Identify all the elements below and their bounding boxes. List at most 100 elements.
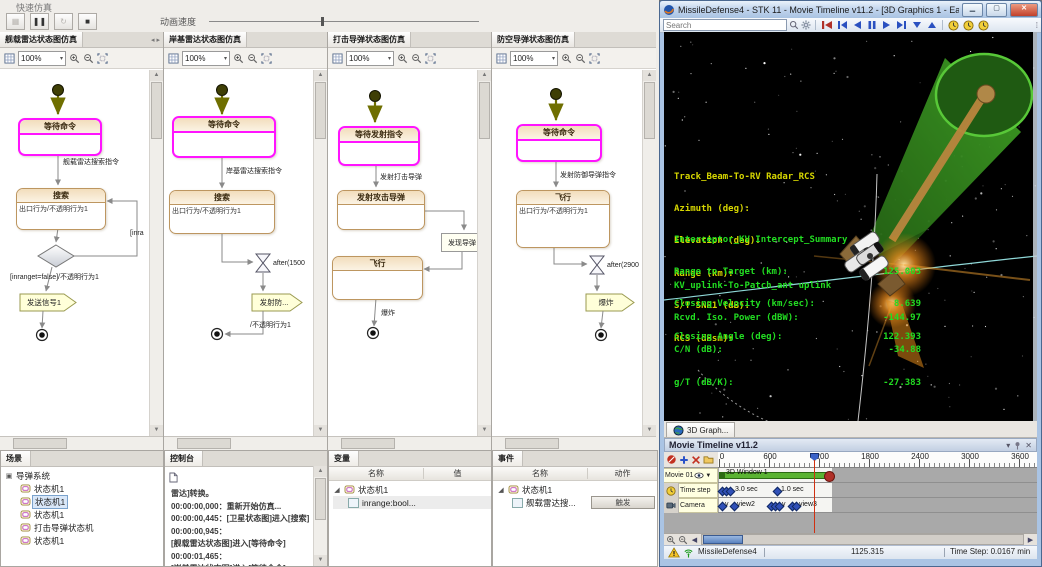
play-backward-button[interactable] [850,20,863,31]
tab-scene[interactable]: 场景 [1,451,31,466]
zoom-out-icon[interactable] [83,53,94,64]
gear-icon[interactable] [801,20,811,30]
vertical-scrollbar[interactable]: ▲▼ [313,70,327,436]
clip-end-marker[interactable] [824,471,835,482]
minimize-button[interactable]: ▁ [962,3,983,17]
increase-step-button[interactable] [925,20,938,31]
column-action[interactable]: 动作 [588,468,657,479]
scroll-right-icon[interactable]: ▶ [1026,536,1035,544]
variables-root-row[interactable]: ◢ 状态机1 [333,483,491,496]
time-option-icon[interactable] [977,20,990,31]
state-search[interactable]: 搜索 出口行为/不透明行为1 [16,188,106,230]
panel-tab[interactable]: 打击导弹状态图仿真 [328,32,411,47]
tab-variables[interactable]: 变量 [329,451,359,466]
horizontal-scrollbar[interactable] [0,436,163,450]
initial-node[interactable] [551,89,562,100]
state-flight[interactable]: 飞行 [332,256,423,300]
pin-icon[interactable] [1013,441,1022,450]
tree-item[interactable]: 状态机1 [5,482,163,495]
step-forward-button[interactable] [895,20,908,31]
chevron-down-icon[interactable]: ▾ [1006,441,1010,450]
state-wait-command[interactable]: 等待命令 [172,116,276,158]
diagram-canvas[interactable]: 等待发射指令 发射攻击导弹 发现导弹 飞行 发射打击导弹 爆炸 ▲▼ [328,69,491,436]
zoom-out-icon[interactable] [247,53,258,64]
fit-diagram-icon[interactable] [97,53,108,64]
decision-node[interactable] [38,245,74,267]
view-scrollbar[interactable] [1033,32,1037,421]
grid-icon[interactable] [496,53,507,64]
movie-timeline-header[interactable]: Movie Timeline v11.2 ▾ ✕ [664,438,1037,452]
state-search[interactable]: 搜索 出口行为/不透明行为1 [169,190,275,234]
movie-button[interactable]: ▦ [6,13,25,30]
zoom-in-icon[interactable] [233,53,244,64]
panel-tab[interactable]: 舰载雷达状态图仿真 [0,32,83,47]
vertical-scrollbar[interactable]: ▲▼ [149,70,163,436]
grid-icon[interactable] [4,53,15,64]
column-value[interactable]: 值 [424,468,491,479]
state-wait-launch[interactable]: 等待发射指令 [338,126,420,166]
pause-button[interactable] [865,20,878,31]
zoom-in-icon[interactable] [561,53,572,64]
state-wait-command[interactable]: 等待命令 [18,118,102,156]
close-button[interactable]: ✕ [1010,3,1038,17]
tab-console[interactable]: 控制台 [165,451,203,466]
console-scrollbar[interactable]: ▲▼ [313,466,327,566]
pause-button[interactable]: ❚❚ [30,13,49,30]
panel-tab[interactable]: 岸基雷达状态图仿真 [164,32,247,47]
state-flight[interactable]: 飞行 出口行为/不透明行为1 [516,190,610,248]
playhead-line[interactable] [814,460,815,533]
zoom-in-icon[interactable] [69,53,80,64]
initial-node[interactable] [370,91,381,102]
maximize-button[interactable]: ▢ [986,3,1007,17]
zoom-out-icon[interactable] [411,53,422,64]
tab-nav-arrows-icon[interactable]: ◂ ▸ [151,36,163,44]
collapse-icon[interactable]: ▣ [5,472,13,480]
fit-diagram-icon[interactable] [425,53,436,64]
chevron-down-icon[interactable]: ▼ [705,473,711,479]
variable-row[interactable]: inrange:bool... [333,496,491,509]
close-panel-icon[interactable]: ✕ [1025,441,1032,450]
expander-icon[interactable]: ◢ [333,486,341,494]
zoom-level-select[interactable]: 100%▾ [182,51,230,66]
zoom-level-select[interactable]: 100%▾ [346,51,394,66]
zoom-level-select[interactable]: 100%▾ [510,51,558,66]
after-timer-node[interactable] [256,254,270,272]
record-icon[interactable] [666,454,677,465]
timeline-scrollbar[interactable] [701,534,1024,545]
state-wait-command[interactable]: 等待命令 [516,124,602,162]
time-option-icon[interactable] [962,20,975,31]
horizontal-scrollbar[interactable] [492,436,656,450]
initial-node[interactable] [53,85,64,96]
tab-events[interactable]: 事件 [493,451,523,466]
trigger-button[interactable]: 触发 [591,496,655,509]
search-input[interactable] [663,19,787,31]
reset-to-start-button[interactable] [820,20,833,31]
zoom-out-icon[interactable] [575,53,586,64]
diagram-canvas[interactable]: 发送信号1 等待命令 搜索 出口行为/不透明行为1 舰载雷达搜索指令 [inra… [0,69,163,436]
tree-item[interactable]: 状态机1 [5,508,163,521]
fit-diagram-icon[interactable] [589,53,600,64]
search-icon[interactable] [789,20,799,30]
eye-icon[interactable] [694,472,704,479]
horizontal-scrollbar[interactable] [164,436,327,450]
zoom-level-select[interactable]: 100%▾ [18,51,66,66]
clear-console-icon[interactable] [169,472,178,483]
zoom-in-icon[interactable] [397,53,408,64]
zoom-in-icon[interactable] [666,535,676,545]
expander-icon[interactable]: ◢ [497,486,505,494]
grid-icon[interactable] [168,53,179,64]
warning-icon[interactable] [668,547,680,558]
decrease-step-button[interactable] [910,20,923,31]
restart-button[interactable]: ↻ [54,13,73,30]
panel-tab[interactable]: 防空导弹状态图仿真 [492,32,575,47]
toolbar-overflow-icon[interactable]: ⁞ [1036,21,1038,30]
scrollbar-thumb[interactable] [703,535,743,544]
timestep-track-label[interactable]: Time step [664,483,718,498]
grid-icon[interactable] [332,53,343,64]
tree-item-selected[interactable]: 状态机1 [5,495,163,508]
initial-node[interactable] [217,85,228,96]
tree-item[interactable]: 状态机1 [5,534,163,547]
add-track-icon[interactable] [679,455,689,465]
play-button[interactable] [880,20,893,31]
scroll-left-icon[interactable]: ◀ [690,536,699,544]
